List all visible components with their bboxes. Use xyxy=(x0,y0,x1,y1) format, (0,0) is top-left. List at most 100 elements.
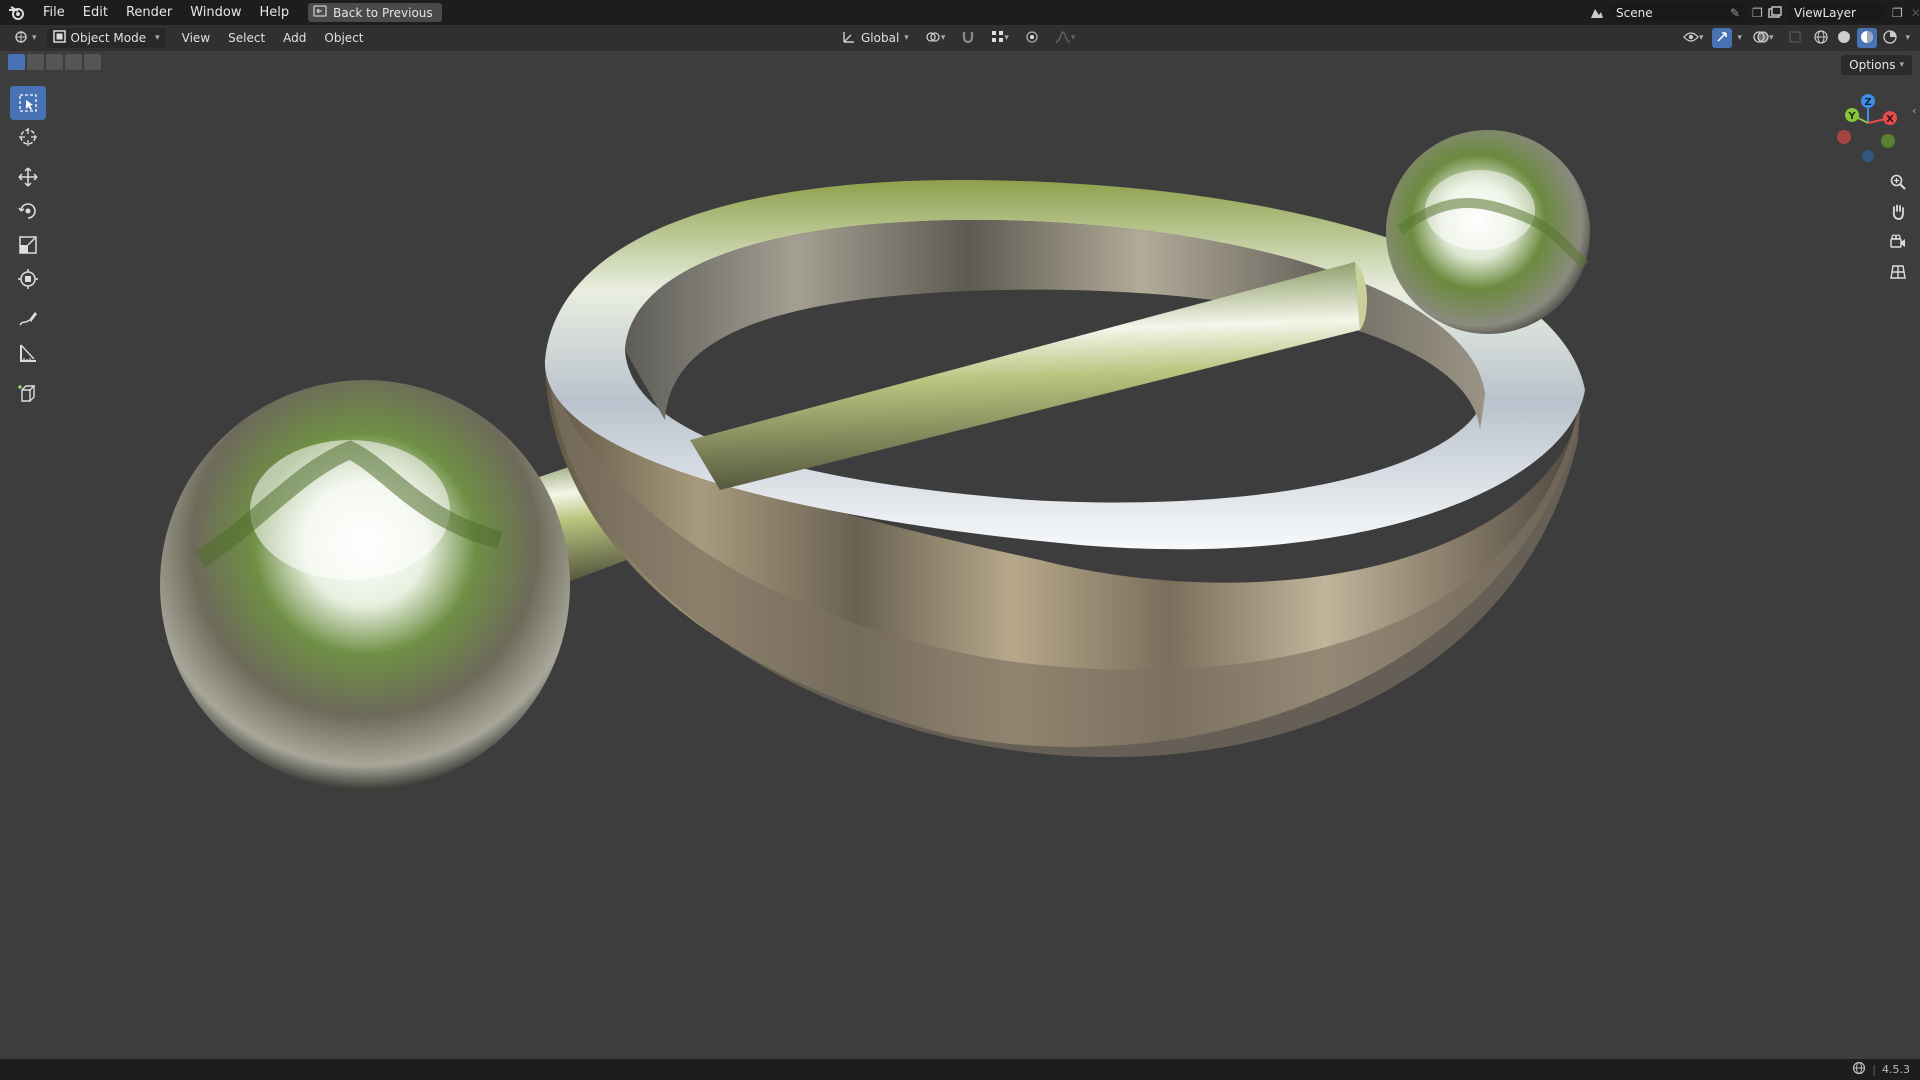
viewport-display-tools: ▾ ▾ ▾ ▾ xyxy=(1677,28,1912,48)
camera-view-button[interactable] xyxy=(1882,228,1914,256)
version-label: 4.5.3 xyxy=(1882,1063,1910,1076)
shading-solid-button[interactable] xyxy=(1834,28,1854,48)
select-box-tool[interactable] xyxy=(10,86,46,120)
overlays-toggle[interactable]: ▾ xyxy=(1747,28,1780,48)
options-dropdown[interactable]: Options ▾ xyxy=(1841,55,1912,75)
editor-type-button[interactable]: ▾ xyxy=(8,28,43,48)
shading-dropdown[interactable]: ▾ xyxy=(1903,28,1912,48)
object-mode-icon xyxy=(52,30,66,46)
wireframe-sphere-icon xyxy=(1813,29,1829,48)
object-mode-dropdown[interactable]: Object Mode ▾ xyxy=(46,28,166,48)
measure-tool[interactable] xyxy=(10,336,46,370)
menu-edit[interactable]: Edit xyxy=(74,0,117,25)
select-box-icon xyxy=(19,94,37,112)
back-icon xyxy=(313,5,327,20)
menu-add[interactable]: Add xyxy=(277,28,312,48)
select-new-button[interactable] xyxy=(8,54,25,70)
top-bar: File Edit Render Window Help Back to Pre… xyxy=(0,0,1920,25)
gizmo-x-label: X xyxy=(1886,114,1894,125)
visibility-dropdown[interactable]: ▾ xyxy=(1677,28,1710,48)
gizmo-toggle[interactable] xyxy=(1712,28,1733,48)
select-invert-button[interactable] xyxy=(65,54,82,70)
view-layer-selector[interactable]: ViewLayer ❐ ✕ xyxy=(1762,2,1920,23)
snap-toggle[interactable] xyxy=(955,28,981,48)
select-subtract-button[interactable] xyxy=(46,54,63,70)
menu-window[interactable]: Window xyxy=(181,0,250,25)
gizmo-dropdown[interactable]: ▾ xyxy=(1735,28,1744,48)
measure-ruler-icon xyxy=(20,344,36,362)
solid-sphere-icon xyxy=(1836,29,1852,48)
chevron-down-icon: ▾ xyxy=(1899,60,1904,70)
add-cube-tool[interactable] xyxy=(10,376,46,410)
scene-render xyxy=(160,130,1590,790)
xray-toggle[interactable] xyxy=(1782,28,1808,48)
transform-orientation-dropdown[interactable]: Global ▾ xyxy=(836,28,915,48)
view-layer-field[interactable]: ViewLayer xyxy=(1788,3,1886,22)
menu-render[interactable]: Render xyxy=(117,0,181,25)
gizmo-z-label: Z xyxy=(1864,97,1871,108)
annotate-tool[interactable] xyxy=(10,302,46,336)
menu-file[interactable]: File xyxy=(34,0,74,25)
scene-icon xyxy=(1584,6,1610,20)
chevron-down-icon: ▾ xyxy=(1905,33,1910,43)
chevron-down-icon: ▾ xyxy=(155,33,160,43)
network-globe-icon xyxy=(1852,1061,1866,1078)
grid-perspective-icon xyxy=(1890,265,1906,279)
rotate-icon xyxy=(18,203,36,219)
gizmo-neg-z-axis[interactable] xyxy=(1862,150,1874,162)
menu-help[interactable]: Help xyxy=(251,0,299,25)
chevron-down-icon: ▾ xyxy=(940,33,946,43)
scene-selector[interactable]: Scene ✎ ❐ ✕ xyxy=(1584,2,1781,23)
scene-name-field[interactable]: Scene ✎ xyxy=(1610,3,1746,22)
scale-tool[interactable] xyxy=(10,228,46,262)
pivot-point-dropdown[interactable]: ▾ xyxy=(919,28,952,48)
select-intersect-button[interactable] xyxy=(84,54,101,70)
back-to-previous-button[interactable]: Back to Previous xyxy=(308,3,442,22)
shading-rendered-button[interactable] xyxy=(1880,28,1900,48)
gizmo-neg-y-axis[interactable] xyxy=(1881,134,1895,148)
pin-icon[interactable]: ✎ xyxy=(1730,6,1740,20)
navigation-gizmo[interactable]: Z X Y xyxy=(1824,90,1912,168)
material-sphere-icon xyxy=(1859,29,1875,48)
select-extend-button[interactable] xyxy=(27,54,44,70)
3d-viewport[interactable] xyxy=(0,51,1920,1059)
transform-tools: Global ▾ ▾ ▾ ▾ xyxy=(836,28,1081,48)
pan-view-button[interactable] xyxy=(1882,198,1914,226)
blender-logo-icon[interactable] xyxy=(0,0,34,25)
gizmo-neg-x-axis[interactable] xyxy=(1837,130,1851,144)
chevron-down-icon: ▾ xyxy=(904,33,909,43)
chevron-down-icon: ▾ xyxy=(1768,33,1774,43)
chevron-down-icon: ▾ xyxy=(1004,33,1009,43)
scene-name: Scene xyxy=(1616,5,1653,20)
shading-wireframe-button[interactable] xyxy=(1811,28,1831,48)
chevron-down-icon: ▾ xyxy=(1070,33,1076,43)
status-bar: | 4.5.3 xyxy=(0,1059,1920,1080)
chevron-down-icon: ▾ xyxy=(32,33,37,43)
perspective-toggle-button[interactable] xyxy=(1882,258,1914,286)
pivot-icon xyxy=(925,30,941,47)
proportional-edit-icon xyxy=(1025,30,1039,47)
sidebar-collapse-icon[interactable]: ‹ xyxy=(1912,104,1916,117)
move-tool[interactable] xyxy=(10,160,46,194)
transform-icon xyxy=(18,269,38,289)
snap-target-dropdown[interactable]: ▾ xyxy=(985,28,1015,48)
rotate-tool[interactable] xyxy=(10,194,46,228)
rendered-sphere-icon xyxy=(1882,29,1898,48)
orientation-label: Global xyxy=(861,31,900,45)
menu-view[interactable]: View xyxy=(176,28,216,48)
proportional-editing-toggle[interactable] xyxy=(1019,28,1045,48)
orientation-icon xyxy=(842,30,856,47)
object-mode-label: Object Mode xyxy=(70,31,147,45)
transform-tool[interactable] xyxy=(10,262,46,296)
delete-view-layer-icon[interactable]: ✕ xyxy=(1911,6,1920,20)
view-layer-icon xyxy=(1762,5,1788,20)
zoom-view-button[interactable] xyxy=(1882,168,1914,196)
new-view-layer-icon[interactable]: ❐ xyxy=(1892,6,1903,20)
chevron-down-icon: ▾ xyxy=(1737,33,1742,43)
cursor-tool[interactable] xyxy=(10,120,46,154)
proportional-falloff-dropdown[interactable]: ▾ xyxy=(1049,28,1082,48)
menu-select[interactable]: Select xyxy=(222,28,271,48)
options-label: Options xyxy=(1849,58,1896,72)
shading-material-button[interactable] xyxy=(1857,28,1878,48)
menu-object[interactable]: Object xyxy=(318,28,369,48)
